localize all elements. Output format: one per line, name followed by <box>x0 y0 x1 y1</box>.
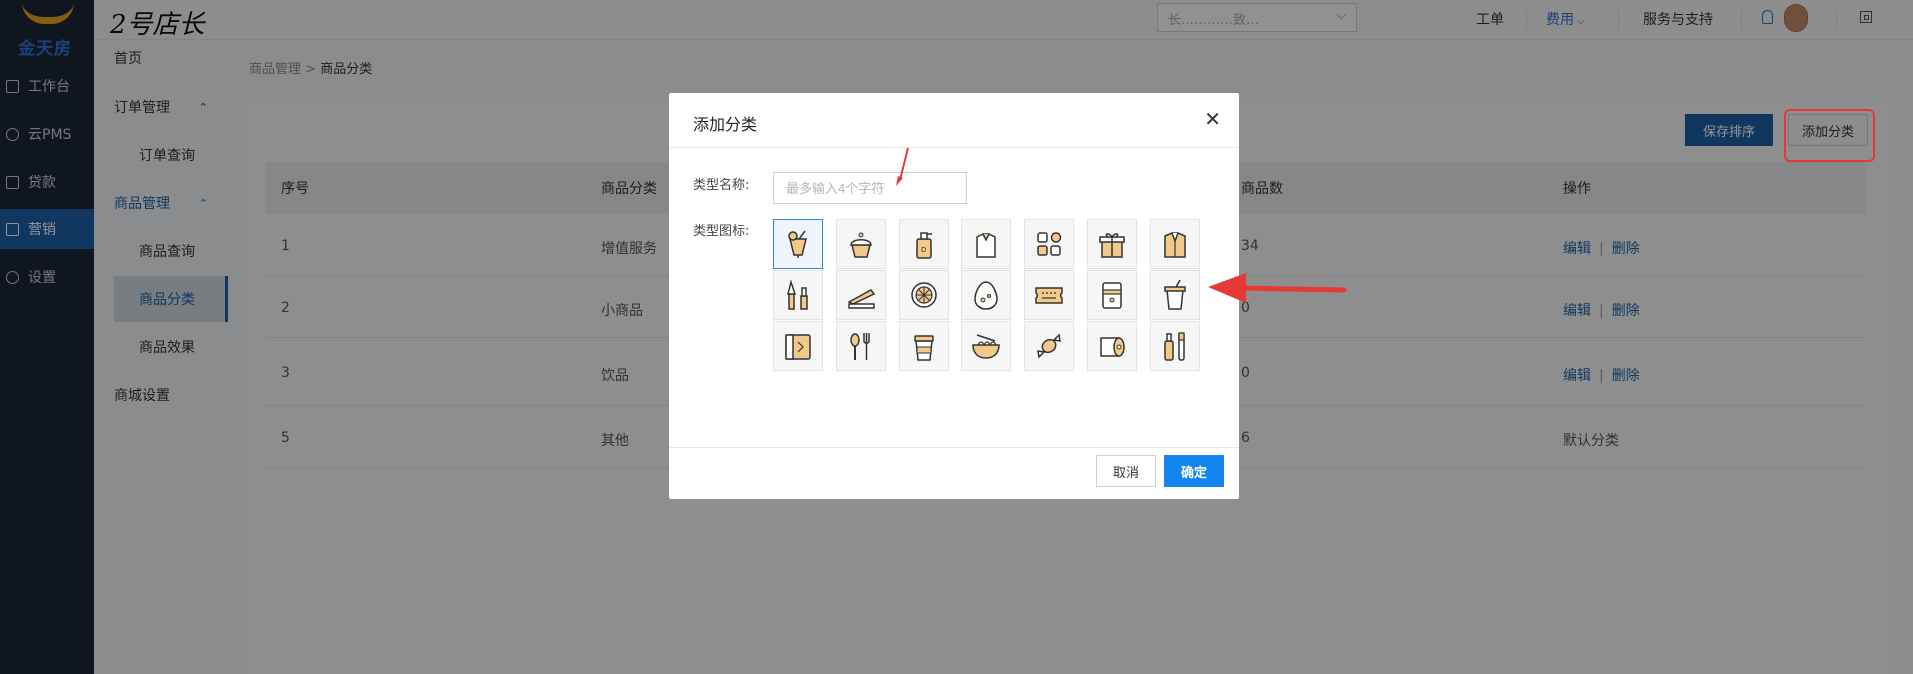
candy-icon <box>1037 333 1062 359</box>
close-icon[interactable]: ✕ <box>1204 107 1221 131</box>
icon-option[interactable]: D <box>898 219 949 269</box>
divider <box>669 147 1239 148</box>
divider <box>669 447 1239 448</box>
icon-option[interactable] <box>961 321 1012 371</box>
stapler-icon <box>847 289 875 309</box>
icon-option[interactable] <box>1024 219 1075 269</box>
icon-option[interactable] <box>898 321 949 371</box>
icon-option[interactable] <box>773 219 823 269</box>
drink-cup-icon <box>1164 279 1186 310</box>
icon-option[interactable] <box>773 321 823 371</box>
icon-option[interactable] <box>1024 270 1075 320</box>
category-name-input[interactable] <box>773 172 967 204</box>
icon-option[interactable] <box>835 321 886 371</box>
icon-option[interactable] <box>835 219 886 269</box>
egg-icon <box>974 281 999 310</box>
icon-option[interactable] <box>835 270 886 320</box>
noodle-bowl-icon <box>972 334 1001 359</box>
toothbrush-icon <box>1164 332 1185 361</box>
ticket-icon <box>1035 287 1064 304</box>
icon-label: 类型图标: <box>693 224 750 239</box>
lotion-bottle-icon: D <box>915 232 932 259</box>
icon-option[interactable] <box>898 270 949 320</box>
icon-option[interactable] <box>1087 321 1138 371</box>
suit-icon <box>1164 232 1186 258</box>
svg-text:D: D <box>921 246 926 254</box>
apps-grid-icon <box>1037 232 1062 256</box>
add-category-dialog: 添加分类 ✕ 类型名称: 类型图标: D 取消 确定 <box>669 93 1239 499</box>
icon-option[interactable] <box>773 270 823 320</box>
cocktail-icon <box>788 230 807 258</box>
annotation-box <box>1784 109 1875 162</box>
toilet-paper-icon <box>1100 337 1125 357</box>
icon-option[interactable] <box>1149 270 1200 320</box>
coffee-cup-icon <box>913 335 934 361</box>
icon-option[interactable] <box>1087 270 1138 320</box>
name-label: 类型名称: <box>693 178 750 193</box>
shirt-bag-icon <box>976 233 997 258</box>
card-icon <box>785 334 811 360</box>
makeup-brush-icon <box>787 279 808 310</box>
icon-option[interactable] <box>1149 219 1200 269</box>
icon-option[interactable] <box>961 270 1012 320</box>
dialog-title: 添加分类 <box>693 115 758 134</box>
cupcake-icon <box>850 232 872 258</box>
icon-option[interactable] <box>1087 219 1138 269</box>
confirm-button[interactable]: 确定 <box>1164 455 1224 487</box>
gift-box-icon <box>1099 233 1125 258</box>
spoon-fork-icon <box>850 333 870 360</box>
icon-option[interactable] <box>1024 321 1075 371</box>
cancel-button[interactable]: 取消 <box>1096 455 1156 487</box>
icon-option[interactable] <box>961 219 1012 269</box>
packet-icon <box>1102 282 1122 309</box>
orange-slice-icon <box>910 282 937 308</box>
icon-option[interactable] <box>1149 321 1200 371</box>
